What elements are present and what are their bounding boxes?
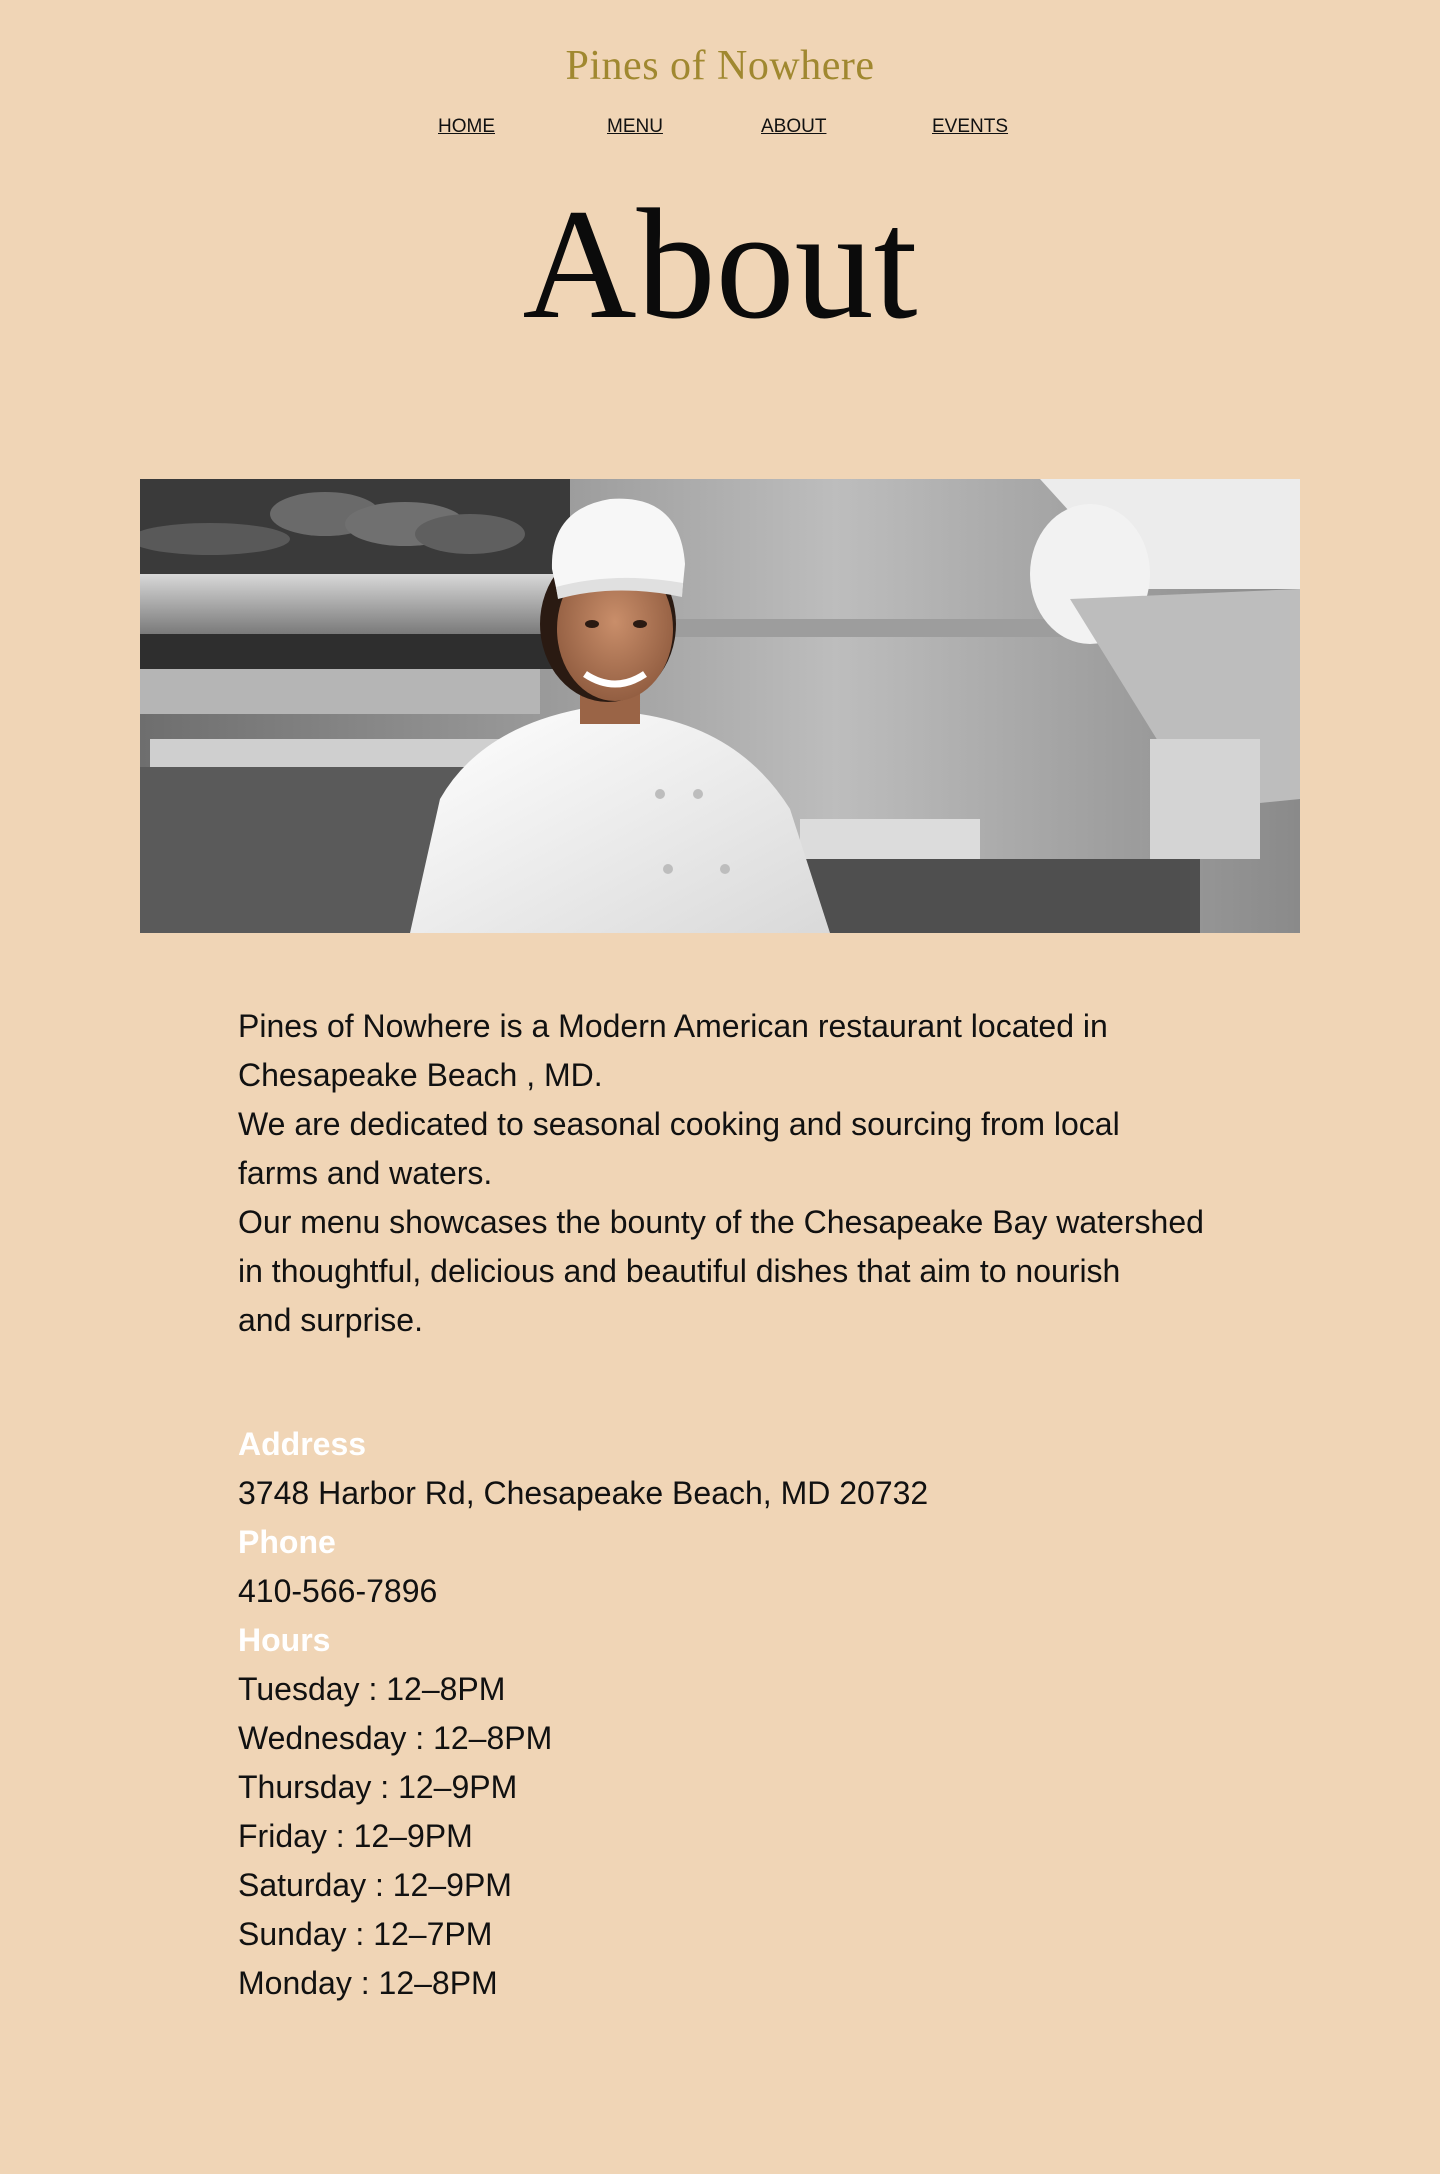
intro-line: Chesapeake Beach , MD.	[238, 1057, 603, 1093]
intro-line: and surprise.	[238, 1302, 423, 1338]
phone-label: Phone	[238, 1524, 336, 1560]
intro-line: We are dedicated to seasonal cooking and…	[238, 1106, 1120, 1142]
hours-row: Sunday : 12–7PM	[238, 1916, 493, 1952]
nav-menu-link[interactable]: MENU	[607, 116, 663, 138]
intro-line: farms and waters.	[238, 1155, 493, 1191]
site-title[interactable]: Pines of Nowhere	[0, 42, 1440, 90]
contact-info: Address 3748 Harbor Rd, Chesapeake Beach…	[238, 1420, 1238, 2008]
intro-text: Pines of Nowhere is a Modern American re…	[238, 1002, 1238, 1345]
page-title: About	[522, 177, 918, 352]
hours-row: Tuesday : 12–8PM	[238, 1671, 506, 1707]
intro-line: Pines of Nowhere is a Modern American re…	[238, 1008, 1108, 1044]
hero-image	[140, 479, 1300, 933]
nav-about-link[interactable]: ABOUT	[761, 116, 826, 138]
hours-row: Friday : 12–9PM	[238, 1818, 473, 1854]
intro-line: in thoughtful, delicious and beautiful d…	[238, 1253, 1121, 1289]
hours-row: Wednesday : 12–8PM	[238, 1720, 553, 1756]
hours-row: Saturday : 12–9PM	[238, 1867, 512, 1903]
intro-line: Our menu showcases the bounty of the Che…	[238, 1204, 1204, 1240]
hours-label: Hours	[238, 1622, 331, 1658]
address-value: 3748 Harbor Rd, Chesapeake Beach, MD 207…	[238, 1475, 929, 1511]
nav-events-link[interactable]: EVENTS	[932, 116, 1008, 138]
chef-photo	[140, 479, 1300, 933]
nav-home-link[interactable]: HOME	[438, 116, 495, 138]
address-label: Address	[238, 1426, 367, 1462]
hours-row: Monday : 12–8PM	[238, 1965, 498, 2001]
phone-value: 410-566-7896	[238, 1573, 438, 1609]
hours-row: Thursday : 12–9PM	[238, 1769, 518, 1805]
